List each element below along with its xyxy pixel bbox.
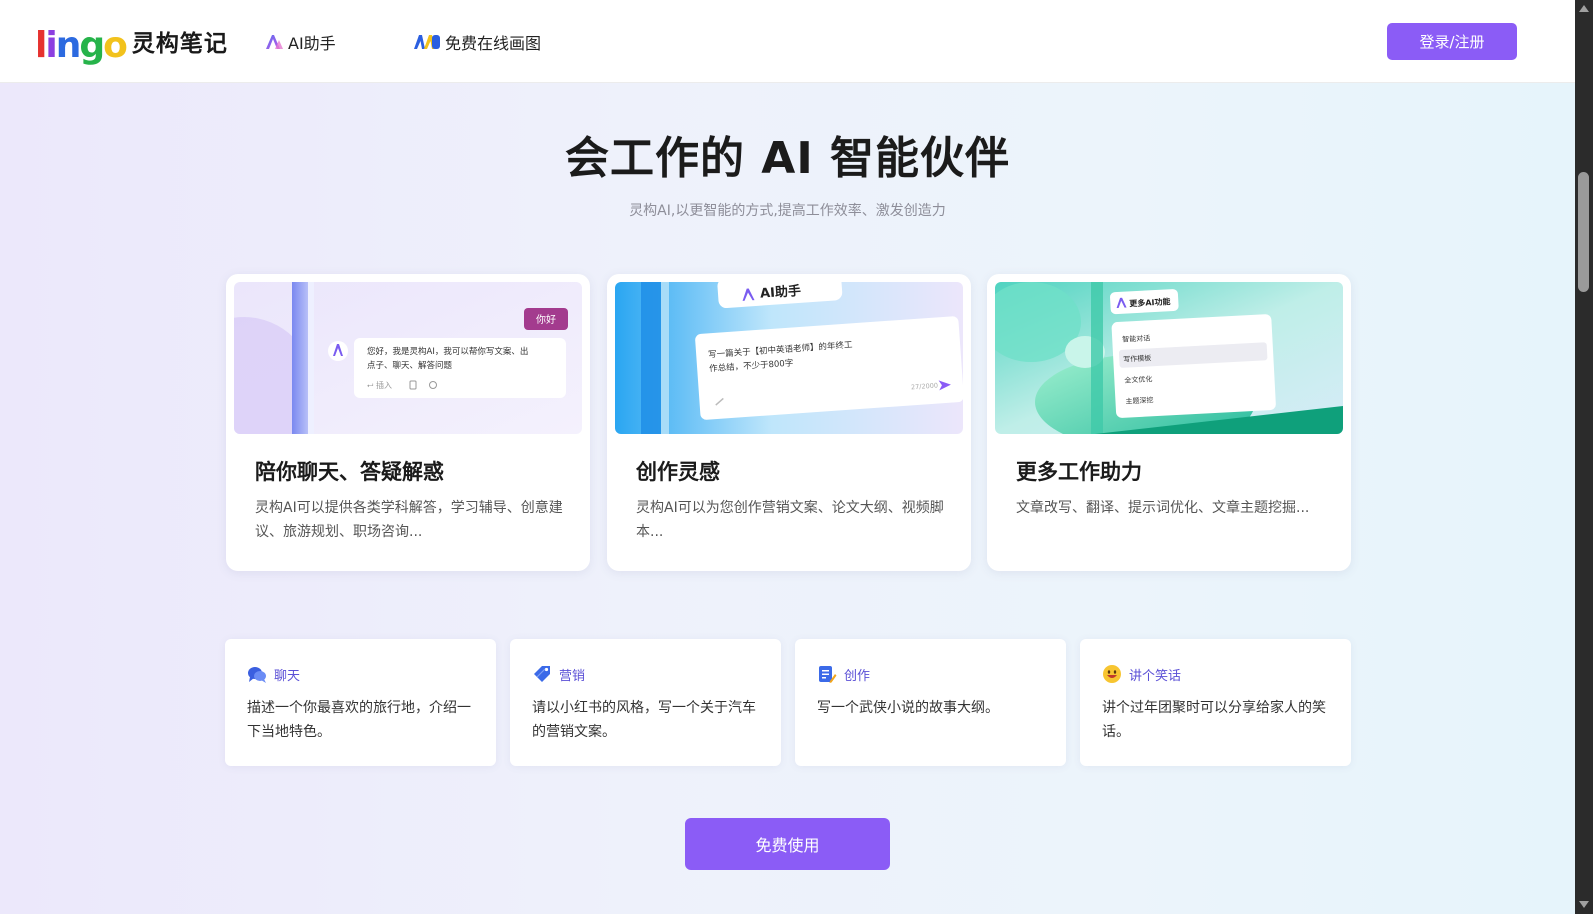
hero-subtitle: 灵构AI,以更智能的方式,提高工作效率、激发创造力 (629, 203, 946, 219)
hero-title: 会工作的 AI 智能伙伴 (564, 133, 1011, 184)
login-register-button[interactable]: 登录/注册 (1387, 23, 1517, 60)
nav-free-drawing[interactable]: 免费在线画图 (413, 30, 541, 54)
mock-more-item: 智能对话 (1122, 333, 1150, 343)
nav-ai-label: AI助手 (288, 34, 336, 53)
mock-reply-line1: 您好，我是灵构AI，我可以帮你写文案、出 (367, 346, 528, 357)
price-tag-icon (532, 664, 552, 684)
prompt-tag: 创作 (817, 664, 870, 684)
mock-more-item: 全文优化 (1124, 374, 1152, 384)
ai-logo-icon (264, 34, 284, 50)
site-logo[interactable]: lingo 灵构笔记 (35, 18, 228, 64)
document-pen-icon (817, 664, 837, 684)
prompt-card-joke[interactable]: 讲个笑话 讲个过年团聚时可以分享给家人的笑话。 (1080, 639, 1351, 766)
prompt-text: 写一个武侠小说的故事大纲。 (817, 700, 999, 716)
prompt-card-chat[interactable]: 聊天 描述一个你最喜欢的旅行地，介绍一下当地特色。 (225, 639, 496, 766)
feature-desc: 文章改写、翻译、提示词优化、文章主题挖掘... (1016, 500, 1310, 516)
prompt-text: 讲个过年团聚时可以分享给家人的笑话。 (1102, 700, 1326, 740)
drawing-logo-icon (413, 34, 441, 50)
logo-text: 灵构笔记 (131, 31, 228, 57)
prompt-tag: 讲个笑话 (1102, 664, 1181, 684)
prompt-tag: 营销 (532, 664, 585, 684)
page-viewport: lingo 灵构笔记 AI助手 免费在线画图 登录/注册 会工作的 AI 智能伙… (0, 0, 1575, 914)
chat-bubble-icon (247, 664, 267, 684)
scrollbar-thumb[interactable] (1578, 172, 1589, 292)
smiley-face-icon (1102, 664, 1122, 684)
prompt-card-creation[interactable]: 创作 写一个武侠小说的故事大纲。 (795, 639, 1066, 766)
nav-drawing-label: 免费在线画图 (445, 34, 542, 53)
prompt-tag: 聊天 (247, 664, 300, 684)
scroll-up-arrow-icon[interactable] (1579, 5, 1589, 12)
feature-image-more-tools: 更多AI功能 智能对话 写作模板 全文优化 主题深挖 (995, 282, 1343, 434)
feature-image-inspiration: AI助手 写一篇关于【初中英语老师】的年终工 作总结，不少于800字 27/20… (615, 282, 963, 434)
feature-image-chat: 你好 您好，我是灵构AI，我可以帮你写文案、出 点子、聊天、解答问题 ⮠ 插入 (234, 282, 582, 434)
page-scrollbar[interactable] (1575, 0, 1593, 914)
feature-card-inspiration[interactable]: AI助手 写一篇关于【初中英语老师】的年终工 作总结，不少于800字 27/20… (607, 274, 971, 571)
mock-insert-label: ⮠ 插入 (367, 380, 392, 390)
feature-title: 创作灵感 (636, 460, 720, 484)
mock-more-item: 写作模板 (1123, 353, 1151, 363)
feature-card-more-tools[interactable]: 更多AI功能 智能对话 写作模板 全文优化 主题深挖 更多工作助力 文章改写、翻… (987, 274, 1351, 571)
mock-greeting: 你好 (536, 313, 556, 326)
feature-desc: 灵构AI可以为您创作营销文案、论文大纲、视频脚本... (636, 500, 944, 540)
free-use-button[interactable]: 免费使用 (685, 818, 890, 870)
prompt-text: 请以小红书的风格，写一个关于汽车的营销文案。 (532, 700, 756, 740)
feature-title: 更多工作助力 (1016, 460, 1142, 484)
top-header: lingo 灵构笔记 AI助手 免费在线画图 登录/注册 (0, 0, 1575, 83)
mock-ai-badge: AI助手 (760, 283, 802, 302)
logo-mark: lingo (35, 25, 128, 66)
scroll-down-arrow-icon[interactable] (1579, 901, 1589, 908)
feature-card-chat[interactable]: 你好 您好，我是灵构AI，我可以帮你写文案、出 点子、聊天、解答问题 ⮠ 插入 … (226, 274, 590, 571)
mock-more-item: 主题深挖 (1125, 395, 1153, 405)
feature-desc: 灵构AI可以提供各类学科解答，学习辅导、创意建议、旅游规划、职场咨询... (255, 500, 563, 540)
feature-title: 陪你聊天、答疑解惑 (255, 460, 444, 484)
prompt-card-marketing[interactable]: 营销 请以小红书的风格，写一个关于汽车的营销文案。 (510, 639, 781, 766)
mock-reply-line2: 点子、聊天、解答问题 (367, 360, 453, 371)
prompt-text: 描述一个你最喜欢的旅行地，介绍一下当地特色。 (247, 700, 471, 740)
nav-ai-assistant[interactable]: AI助手 (264, 30, 336, 54)
